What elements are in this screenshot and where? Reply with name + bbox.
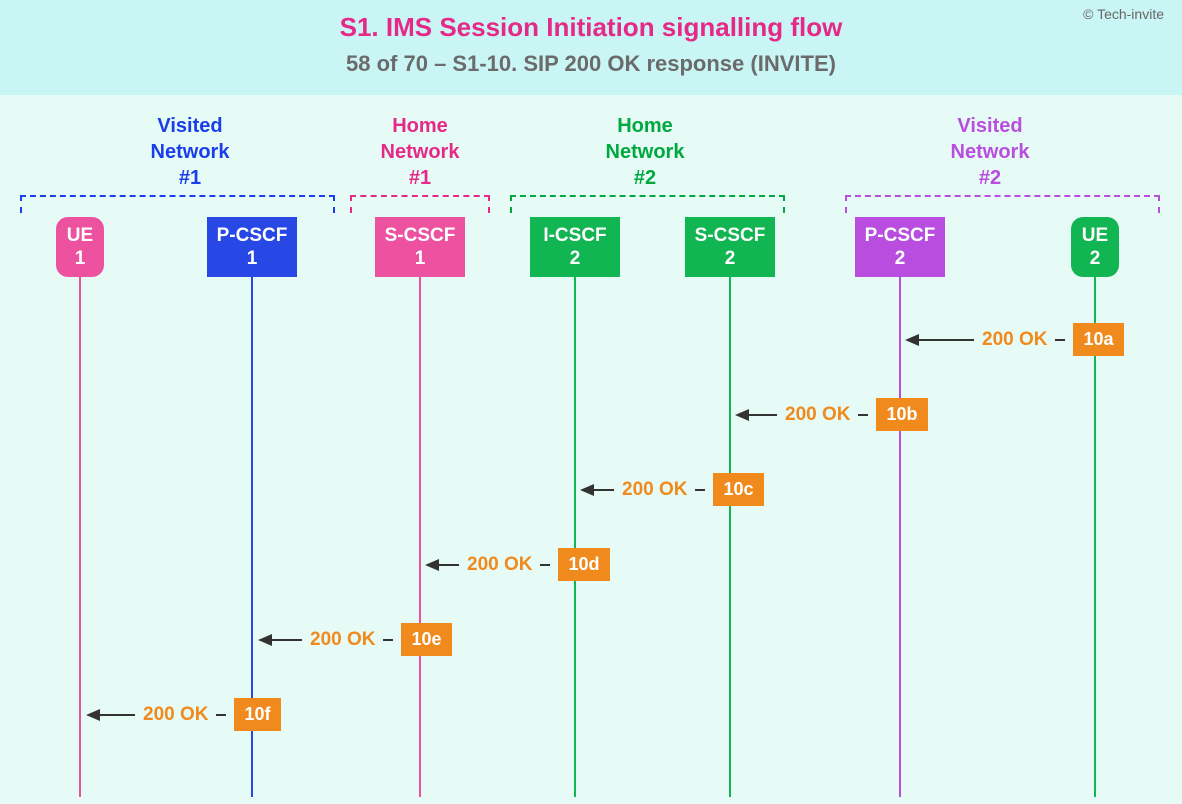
msg-10c: 200 OK 10c [580, 473, 764, 506]
msg-10e: 200 OK 10e [258, 623, 452, 656]
network-label-home2: Home Network #2 [555, 113, 735, 191]
msg-tag: 10c [713, 473, 763, 506]
msg-tag: 10e [401, 623, 451, 656]
bracket-visited1 [20, 195, 335, 213]
connector-dash [695, 489, 705, 491]
page-subtitle: 58 of 70 – S1-10. SIP 200 OK response (I… [0, 51, 1182, 77]
lifeline-scscf1 [419, 277, 421, 797]
msg-label: 200 OK [467, 554, 532, 576]
msg-10a: 200 OK 10a [905, 323, 1124, 356]
msg-10b: 200 OK 10b [735, 398, 928, 431]
node-ue2: UE 2 [1071, 217, 1119, 277]
connector-dash [383, 639, 393, 641]
connector-dash [216, 714, 226, 716]
lifeline-scscf2 [729, 277, 731, 797]
msg-label: 200 OK [622, 479, 687, 501]
lifeline-icscf2 [574, 277, 576, 797]
node-ue1: UE 1 [56, 217, 104, 277]
bracket-home1 [350, 195, 490, 213]
bracket-visited2 [845, 195, 1160, 213]
msg-tag: 10d [558, 548, 609, 581]
network-label-visited1: Visited Network #1 [100, 113, 280, 191]
connector-dash [858, 414, 868, 416]
node-scscf2: S-CSCF 2 [685, 217, 775, 277]
bracket-home2 [510, 195, 785, 213]
header: © Tech-invite S1. IMS Session Initiation… [0, 0, 1182, 95]
msg-label: 200 OK [143, 704, 208, 726]
msg-label: 200 OK [982, 329, 1047, 351]
msg-10d: 200 OK 10d [425, 548, 610, 581]
msg-tag: 10a [1073, 323, 1123, 356]
arrow-left-icon [258, 634, 302, 646]
node-pcscf1: P-CSCF 1 [207, 217, 297, 277]
msg-label: 200 OK [785, 404, 850, 426]
arrow-left-icon [735, 409, 777, 421]
connector-dash [540, 564, 550, 566]
arrow-left-icon [425, 559, 459, 571]
node-icscf2: I-CSCF 2 [530, 217, 620, 277]
page-title: S1. IMS Session Initiation signalling fl… [0, 12, 1182, 43]
msg-10f: 200 OK 10f [86, 698, 281, 731]
arrow-left-icon [86, 709, 135, 721]
arrow-left-icon [905, 334, 974, 346]
diagram-body: Visited Network #1 Home Network #1 Home … [0, 95, 1182, 804]
node-pcscf2: P-CSCF 2 [855, 217, 945, 277]
lifeline-ue1 [79, 277, 81, 797]
lifeline-pcscf2 [899, 277, 901, 797]
copyright: © Tech-invite [1083, 6, 1164, 22]
network-label-home1: Home Network #1 [360, 113, 480, 191]
connector-dash [1055, 339, 1065, 341]
msg-label: 200 OK [310, 629, 375, 651]
network-label-visited2: Visited Network #2 [900, 113, 1080, 191]
msg-tag: 10f [234, 698, 280, 731]
msg-tag: 10b [876, 398, 927, 431]
node-scscf1: S-CSCF 1 [375, 217, 465, 277]
arrow-left-icon [580, 484, 614, 496]
